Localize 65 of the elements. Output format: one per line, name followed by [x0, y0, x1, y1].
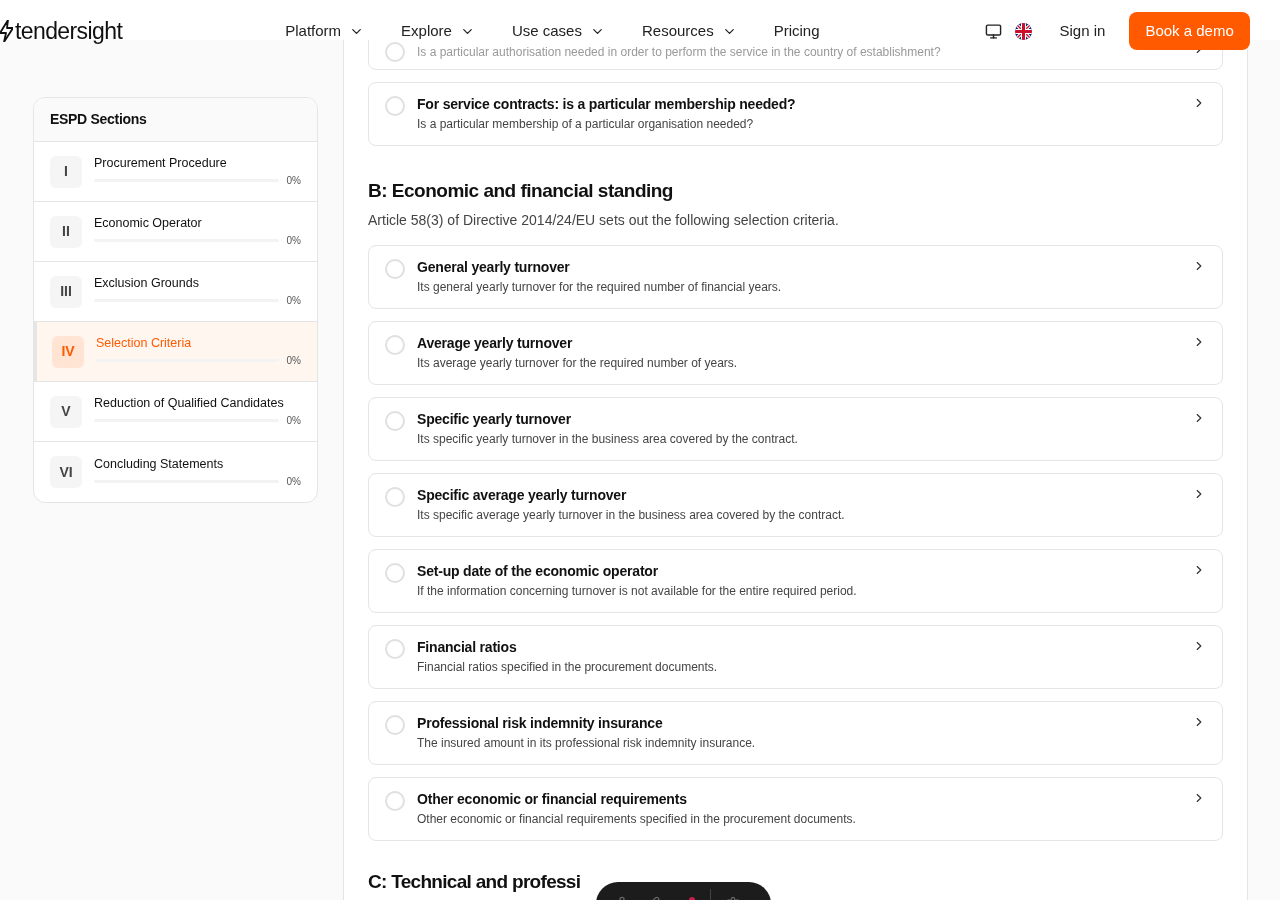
- section-label: Reduction of Qualified Candidates: [94, 395, 285, 411]
- criterion-description: Its average yearly turnover for the required number of years.: [417, 355, 739, 371]
- progress-percent: 0%: [286, 174, 301, 188]
- criterion-description: Is a particular membership of a particular organisation needed?: [417, 116, 755, 132]
- panel-title: ESPD Sections: [34, 98, 317, 142]
- criterion-description: If the information concerning turnover is not available for the entire required period.: [417, 583, 858, 599]
- section-label: Exclusion Grounds: [94, 275, 200, 291]
- progress-percent: 0%: [286, 474, 301, 489]
- criterion-card[interactable]: General yearly turnover Its general yearly turnover for the required number of financial years.: [368, 245, 1223, 309]
- criterion-title: Professional risk indemnity insurance: [417, 714, 664, 732]
- criterion-description: Its specific yearly turnover in the business area covered by the contract.: [417, 431, 799, 447]
- criterion-description: The insured amount in its professional risk indemnity insurance.: [417, 735, 757, 751]
- section-numeral: V: [50, 395, 82, 428]
- logo[interactable]: tendersight: [0, 13, 123, 49]
- section-numeral: IV: [52, 335, 84, 368]
- section-item[interactable]: II Economic Operator 0%: [34, 202, 317, 262]
- section-item[interactable]: I Procurement Procedure 0%: [34, 142, 317, 202]
- section-heading: C: Technical and professi: [368, 871, 581, 893]
- criterion-title: Average yearly turnover: [417, 334, 574, 352]
- criterion-title: For service contracts: is a particular membership needed?: [417, 95, 797, 113]
- nav-menu[interactable]: Platform: [285, 19, 365, 43]
- monitor-icon[interactable]: [984, 22, 1002, 40]
- section-label: Selection Criteria: [96, 335, 193, 351]
- criterion-card[interactable]: Specific average yearly turnover Its specific average yearly turnover in the business area covered by the contract.: [368, 473, 1223, 537]
- nav-menu[interactable]: Use cases: [511, 19, 605, 43]
- section-numeral: III: [50, 275, 82, 308]
- section-item[interactable]: IV Selection Criteria 0%: [34, 322, 317, 382]
- nav-menu[interactable]: Explore: [401, 19, 475, 43]
- section-item[interactable]: VI Concluding Statements 0%: [34, 442, 317, 502]
- criterion-title: Specific average yearly turnover: [417, 486, 628, 504]
- criterion-title: General yearly turnover: [417, 258, 571, 276]
- section-numeral: VI: [50, 456, 82, 488]
- criterion-title: Other economic or financial requirements: [417, 790, 688, 808]
- uk-flag-icon[interactable]: [1014, 22, 1032, 40]
- criterion-card[interactable]: Specific yearly turnover Its specific yearly turnover in the business area covered by the contract.: [368, 397, 1223, 461]
- criterion-card[interactable]: Average yearly turnover Its average yearly turnover for the required number of years.: [368, 321, 1223, 385]
- criterion-card[interactable]: Financial ratios Financial ratios specified in the procurement documents.: [368, 625, 1223, 689]
- criterion-card[interactable]: Set-up date of the economic operator If the information concerning turnover is not available for the entire required period.: [368, 549, 1223, 613]
- progress-percent: 0%: [286, 354, 301, 368]
- criterion-description: Its general yearly turnover for the required number of financial years.: [417, 279, 783, 295]
- section-intro: Article 58(3) of Directive 2014/24/EU sets out the following selection criteria.: [368, 211, 840, 229]
- lightning-logo-icon: [0, 20, 13, 42]
- progress-percent: 0%: [286, 294, 301, 308]
- section-label: Concluding Statements: [94, 455, 225, 472]
- nav-menu[interactable]: Pricing: [773, 19, 820, 43]
- criterion-description: Other economic or financial requirements specified in the procurement documents.: [417, 811, 857, 827]
- section-numeral: I: [50, 155, 82, 188]
- criterion-description: Is a particular authorisation needed in order to perform the service in the country of establishment?: [417, 44, 942, 60]
- section-numeral: II: [50, 215, 82, 248]
- sign-in-link[interactable]: Sign in: [1059, 19, 1106, 43]
- criterion-title: Specific yearly turnover: [417, 410, 572, 428]
- criterion-title: Financial ratios: [417, 638, 518, 656]
- section-label: Economic Operator: [94, 215, 203, 231]
- criterion-card[interactable]: For service contracts: is a particular membership needed? Is a particular membership of a particular organisation needed?: [368, 82, 1223, 146]
- criterion-card[interactable]: Other economic or financial requirements Other economic or financial requirements specified in the procurement documents.: [368, 777, 1223, 841]
- criterion-card[interactable]: Professional risk indemnity insurance The insured amount in its professional risk indemnity insurance.: [368, 701, 1223, 765]
- criterion-title: Set-up date of the economic operator: [417, 562, 659, 580]
- nav-menu[interactable]: Resources: [641, 19, 737, 43]
- criterion-description: Its specific average yearly turnover in the business area covered by the contract.: [417, 507, 846, 523]
- section-heading: B: Economic and financial standing: [368, 179, 674, 203]
- criterion-description: Financial ratios specified in the procurement documents.: [417, 659, 719, 675]
- progress-percent: 0%: [286, 234, 301, 248]
- section-item[interactable]: V Reduction of Qualified Candidates 0%: [34, 382, 317, 442]
- progress-percent: 0%: [286, 414, 301, 428]
- section-label: Procurement Procedure: [94, 155, 228, 171]
